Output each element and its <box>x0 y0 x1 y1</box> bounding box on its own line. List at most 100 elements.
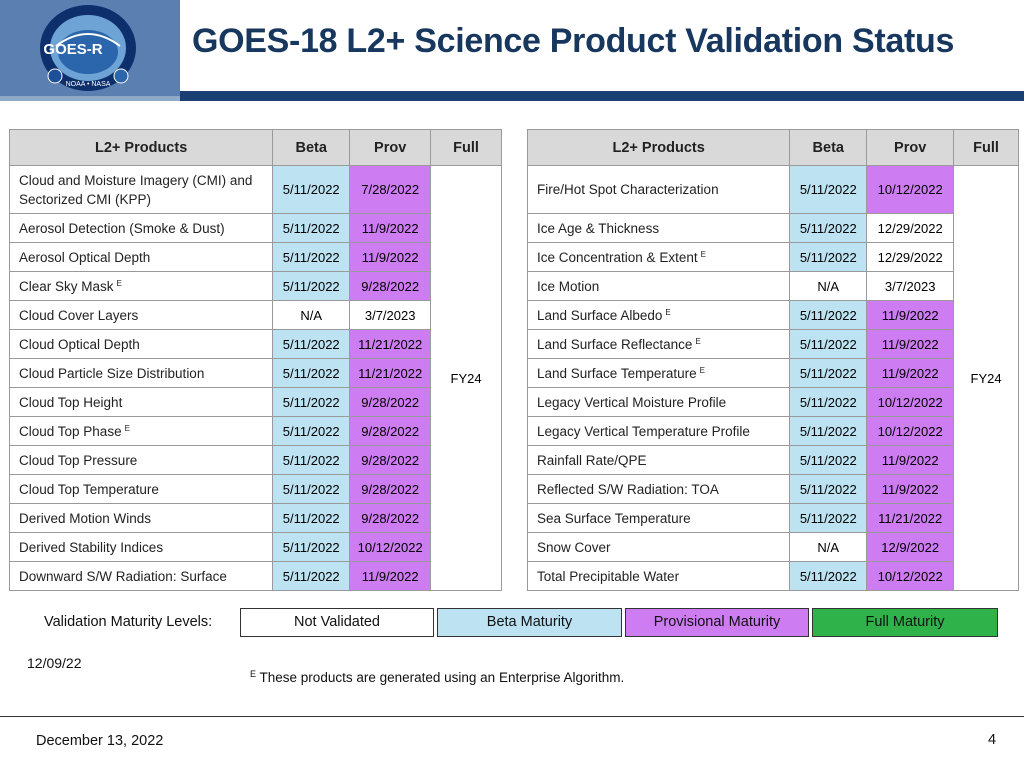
legend-provisional-maturity: Provisional Maturity <box>625 608 809 637</box>
prov-date-cell: 10/12/2022 <box>866 387 955 417</box>
product-name: Land Surface Temperature <box>537 365 697 381</box>
beta-date-cell: 5/11/2022 <box>272 387 351 417</box>
product-name: Clear Sky Mask <box>19 278 114 294</box>
product-name: Aerosol Optical Depth <box>19 249 151 265</box>
beta-date-cell: 5/11/2022 <box>272 445 351 475</box>
table-row: Cloud Top Phase E 5/11/2022 9/28/2022 <box>8 416 502 446</box>
table-row: Fire/Hot Spot Characterization 5/11/2022 1… <box>526 165 1019 591</box>
product-name: Cloud Top Height <box>19 394 123 410</box>
beta-date-cell: 5/11/2022 <box>789 329 868 359</box>
footnote-marker: E <box>250 669 257 679</box>
prov-date-cell: 12/9/2022 <box>866 532 955 562</box>
beta-date-cell: 5/11/2022 <box>272 474 351 504</box>
prov-date-cell: 11/21/2022 <box>349 329 432 359</box>
product-name: Cloud and Moisture Imagery (CMI) and Sec… <box>19 172 253 207</box>
product-name-cell: Derived Motion Winds <box>8 503 274 533</box>
header-bar <box>180 91 1024 101</box>
table-row: Snow Cover N/A 12/9/2022 <box>526 532 1019 562</box>
footer-divider <box>0 716 1024 717</box>
product-name: Aerosol Detection (Smoke & Dust) <box>19 220 225 236</box>
products-table-left: L2+ Products Beta Prov Full Cloud and Mo… <box>8 129 502 591</box>
table-row: Sea Surface Temperature 5/11/2022 11/21/20… <box>526 503 1019 533</box>
beta-date-cell: 5/11/2022 <box>789 416 868 446</box>
goes-r-logo: GOES-R NOAA • NASA <box>40 5 136 91</box>
prov-date-cell: 3/7/2023 <box>866 271 955 301</box>
beta-date-cell: 5/11/2022 <box>272 329 351 359</box>
legend-label: Validation Maturity Levels: <box>44 614 213 630</box>
prov-date-cell: 10/12/2022 <box>866 416 955 446</box>
product-name: Cloud Optical Depth <box>19 336 140 352</box>
table-row: Rainfall Rate/QPE 5/11/2022 11/9/2022 <box>526 445 1019 475</box>
product-name-cell: Total Precipitable Water <box>526 561 791 591</box>
product-name-cell: Land Surface Reflectance E <box>526 329 791 359</box>
table-row: Legacy Vertical Temperature Profile 5/11/… <box>526 416 1019 446</box>
product-name: Land Surface Reflectance <box>537 336 693 352</box>
beta-date-cell: 5/11/2022 <box>272 358 351 388</box>
prov-date-cell: 11/21/2022 <box>866 503 955 533</box>
table-row: Derived Stability Indices 5/11/2022 10/12/… <box>8 532 502 562</box>
product-name: Rainfall Rate/QPE <box>537 452 647 468</box>
table-row: Reflected S/W Radiation: TOA 5/11/2022 11/… <box>526 474 1019 504</box>
product-name-cell: Clear Sky Mask E <box>8 271 274 301</box>
product-name: Cloud Top Phase <box>19 423 122 439</box>
prov-date-cell: 9/28/2022 <box>349 474 432 504</box>
product-name: Cloud Top Pressure <box>19 452 138 468</box>
beta-date-cell: N/A <box>789 532 868 562</box>
table-row: Cloud Top Temperature 5/11/2022 9/28/2022 <box>8 474 502 504</box>
beta-date-cell: 5/11/2022 <box>789 165 868 214</box>
product-name-cell: Legacy Vertical Moisture Profile <box>526 387 791 417</box>
beta-date-cell: 5/11/2022 <box>272 213 351 243</box>
prov-date-cell: 11/9/2022 <box>349 242 432 272</box>
table-row: Aerosol Optical Depth 5/11/2022 11/9/2022 <box>8 242 502 272</box>
prov-date-cell: 9/28/2022 <box>349 271 432 301</box>
product-name-cell: Rainfall Rate/QPE <box>526 445 791 475</box>
product-name-cell: Cloud Top Temperature <box>8 474 274 504</box>
table-row: Cloud and Moisture Imagery (CMI) and Sec… <box>8 165 502 591</box>
header-products: L2+ Products <box>526 129 791 166</box>
beta-date-cell: 5/11/2022 <box>789 213 868 243</box>
product-name-cell: Ice Concentration & Extent E <box>526 242 791 272</box>
product-name-cell: Cloud Top Phase E <box>8 416 274 446</box>
header-beta: Beta <box>272 129 351 166</box>
product-name: Sea Surface Temperature <box>537 510 691 526</box>
beta-date-cell: 5/11/2022 <box>272 416 351 446</box>
product-name-cell: Cloud Particle Size Distribution <box>8 358 274 388</box>
product-name: Cloud Cover Layers <box>19 307 139 323</box>
table-row: Land Surface Albedo E 5/11/2022 11/9/2022 <box>526 300 1019 330</box>
beta-date-cell: 5/11/2022 <box>272 532 351 562</box>
prov-date-cell: 10/12/2022 <box>866 165 955 214</box>
prov-date-cell: 9/28/2022 <box>349 416 432 446</box>
beta-date-cell: 5/11/2022 <box>789 474 868 504</box>
product-name: Fire/Hot Spot Characterization <box>537 182 719 197</box>
product-name: Legacy Vertical Temperature Profile <box>537 423 750 439</box>
product-name: Derived Motion Winds <box>19 510 152 526</box>
beta-date-cell: 5/11/2022 <box>272 165 351 214</box>
table-row: Legacy Vertical Moisture Profile 5/11/202… <box>526 387 1019 417</box>
beta-date-cell: 5/11/2022 <box>789 445 868 475</box>
product-name-cell: Aerosol Detection (Smoke & Dust) <box>8 213 274 243</box>
beta-date-cell: N/A <box>272 300 351 330</box>
beta-date-cell: 5/11/2022 <box>272 561 351 591</box>
prov-date-cell: 11/9/2022 <box>349 213 432 243</box>
prov-date-cell: 9/28/2022 <box>349 387 432 417</box>
prov-date-cell: 9/28/2022 <box>349 445 432 475</box>
beta-date-cell: 5/11/2022 <box>272 503 351 533</box>
table-body-right: Fire/Hot Spot Characterization 5/11/2022 1… <box>526 165 1019 591</box>
product-name-cell: Ice Age & Thickness <box>526 213 791 243</box>
product-name-cell: Derived Stability Indices <box>8 532 274 562</box>
footnote: E These products are generated using an … <box>250 669 624 685</box>
beta-date-cell: 5/11/2022 <box>789 242 868 272</box>
products-table-right: L2+ Products Beta Prov Full Fire/Hot Spo… <box>526 129 1019 591</box>
product-name-cell: Snow Cover <box>526 532 791 562</box>
product-name-cell: Cloud Optical Depth <box>8 329 274 359</box>
product-name-cell: Cloud Cover Layers <box>8 300 274 330</box>
product-name-cell: Fire/Hot Spot Characterization <box>526 165 791 214</box>
beta-date-cell: 5/11/2022 <box>789 300 868 330</box>
prov-date-cell: 3/7/2023 <box>349 300 432 330</box>
beta-date-cell: 5/11/2022 <box>272 242 351 272</box>
page-title: GOES-18 L2+ Science Product Validation S… <box>192 22 955 60</box>
product-name: Cloud Top Temperature <box>19 481 159 497</box>
beta-date-cell: 5/11/2022 <box>789 358 868 388</box>
prov-date-cell: 12/29/2022 <box>866 242 955 272</box>
logo-panel: GOES-R NOAA • NASA <box>0 0 180 96</box>
